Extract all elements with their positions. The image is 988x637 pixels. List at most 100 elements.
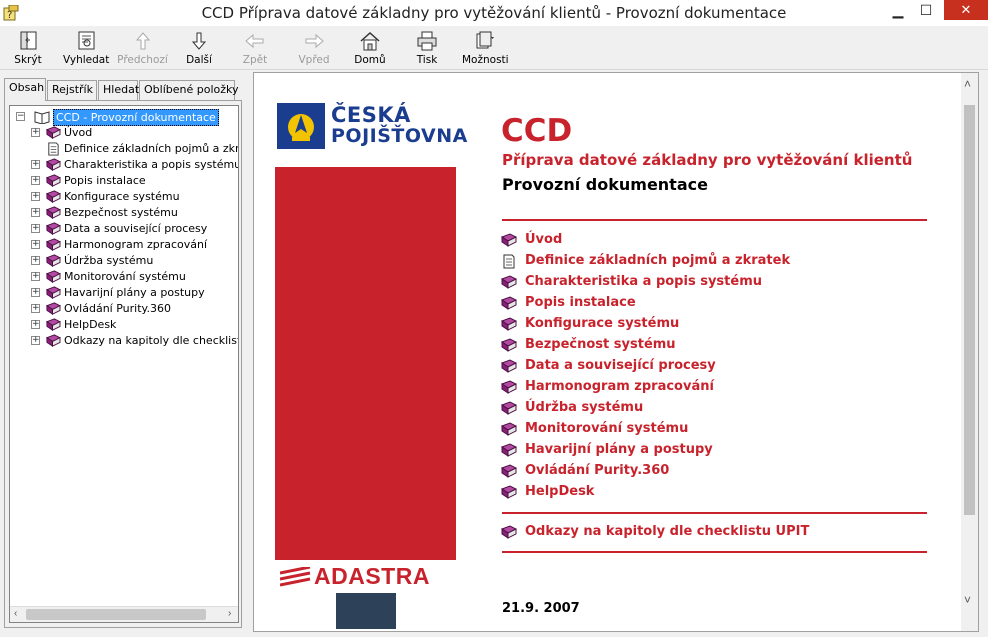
print-button[interactable]: Tisk [412, 31, 442, 69]
open-book-icon [34, 111, 50, 124]
hide-pane-icon [20, 31, 37, 50]
decorative-blue-box [336, 593, 396, 629]
find-button[interactable]: Vyhledat [63, 31, 109, 69]
tree-item[interactable]: Definice základních pojmů a zkratek [10, 141, 239, 157]
home-label: Domů [354, 54, 386, 66]
maximize-icon: ☐ [919, 1, 933, 18]
expand-icon[interactable]: + [31, 320, 40, 329]
expand-icon[interactable]: + [31, 208, 40, 217]
contents-tree: − CCD - Provozní dokumentace + Úvod Defini… [9, 105, 239, 623]
page-heading: CCD [501, 113, 573, 149]
find-icon [78, 31, 95, 50]
options-icon [476, 31, 494, 49]
navigation-pane: Obsah Rejstřík Hledat Oblíbené položky −… [0, 72, 246, 632]
expand-icon[interactable]: + [31, 288, 40, 297]
tree-item-label: Ovládání Purity.360 [64, 302, 171, 315]
tree-item[interactable]: + Monitorování systému [10, 269, 238, 285]
tree-item[interactable]: + Úvod [10, 125, 238, 141]
next-button[interactable]: Další [183, 31, 215, 69]
tree-item[interactable]: + Data a související procesy [10, 221, 238, 237]
maximize-button[interactable]: ☐ [908, 0, 944, 20]
tree-item[interactable]: + Popis instalace [10, 173, 238, 189]
window-title: CCD Příprava datové základny pro vytěžov… [201, 4, 787, 22]
divider-top [502, 219, 927, 221]
next-label: Další [186, 54, 212, 66]
document-title: Provozní dokumentace [502, 175, 708, 194]
tree-item-label: Data a související procesy [64, 222, 208, 235]
tree-item[interactable]: + HelpDesk [10, 317, 238, 333]
topic-link-label: Úvod [525, 232, 563, 247]
scroll-left-icon[interactable]: ‹ [14, 608, 17, 619]
expand-icon[interactable]: + [31, 176, 40, 185]
options-button[interactable]: Možnosti [462, 31, 509, 69]
vertical-scroll-thumb[interactable] [964, 105, 975, 515]
tree-panel: − CCD - Provozní dokumentace + Úvod Defini… [4, 100, 242, 628]
tree-item[interactable]: + Havarijní plány a postupy [10, 285, 238, 301]
tree-item[interactable]: + Harmonogram zpracování [10, 237, 238, 253]
tree-item-label: Konfigurace systému [64, 190, 180, 203]
divider-bottom [502, 551, 927, 553]
tree-item-label: Havarijní plány a postupy [64, 286, 205, 299]
book-icon [45, 334, 61, 348]
forward-label: Vpřed [298, 54, 330, 66]
tab-contents[interactable]: Obsah [4, 78, 46, 101]
scroll-up-icon[interactable]: ˄ [964, 77, 971, 91]
book-icon [500, 422, 517, 436]
expand-icon[interactable]: + [31, 272, 40, 281]
topic-link-label: Definice základních pojmů a zkratek [525, 253, 791, 268]
expand-icon[interactable]: + [31, 160, 40, 169]
book-icon [500, 485, 517, 499]
options-label: Možnosti [462, 54, 509, 66]
horizontal-scroll-thumb[interactable] [26, 609, 206, 620]
tree-item[interactable]: + Údržba systému [10, 253, 238, 269]
adastra-logo: ADASTRA [280, 563, 452, 591]
horizontal-scrollbar[interactable]: ‹ › [10, 606, 238, 622]
document-date: 21.9. 2007 [502, 601, 580, 616]
expand-icon[interactable]: + [31, 128, 40, 137]
checklist-link-label: Odkazy na kapitoly dle checklistu UPIT [525, 524, 810, 539]
tree-item[interactable]: + Odkazy na kapitoly dle checklistu UPIT [10, 333, 238, 349]
minimize-icon: ▁ [892, 1, 904, 18]
content-frame: ČESKÁ POJIŠŤOVNA ADASTRA CCD Příprava da… [253, 72, 979, 632]
tab-index[interactable]: Rejstřík [47, 80, 97, 100]
scroll-down-icon[interactable]: ˅ [964, 593, 971, 607]
book-icon [45, 206, 61, 220]
tree-root[interactable]: − CCD - Provozní dokumentace [10, 109, 238, 126]
prev-button[interactable]: Předchozí [115, 31, 170, 69]
scroll-right-icon[interactable]: › [228, 608, 231, 619]
tree-item-label: Definice základních pojmů a zkratek [64, 142, 239, 155]
tab-favorites[interactable]: Oblíbené položky [139, 80, 239, 100]
book-icon [500, 464, 517, 478]
hide-button[interactable]: Skrýt [10, 31, 46, 69]
back-label: Zpět [242, 54, 268, 66]
tree-item-label: Charakteristika a popis systému [64, 158, 239, 171]
tree-item[interactable]: + Bezpečnost systému [10, 205, 238, 221]
title-bar: ? CCD Příprava datové základny pro vytěž… [0, 0, 988, 26]
decorative-red-bar [275, 167, 456, 560]
expand-icon[interactable]: + [31, 240, 40, 249]
book-icon [500, 443, 517, 457]
expand-icon[interactable]: + [31, 304, 40, 313]
back-button[interactable]: Zpět [240, 31, 270, 69]
tree-item[interactable]: + Ovládání Purity.360 [10, 301, 238, 317]
forward-button[interactable]: Vpřed [296, 31, 332, 69]
close-button[interactable]: ✕ [944, 0, 988, 20]
topic-link-label: Data a související procesy [525, 358, 716, 373]
expand-icon[interactable]: + [31, 224, 40, 233]
home-button[interactable]: Domů [353, 31, 387, 69]
expand-icon[interactable]: + [31, 192, 40, 201]
vertical-scrollbar[interactable]: ˄ ˅ [961, 73, 978, 631]
tree-item[interactable]: + Charakteristika a popis systému [10, 157, 239, 173]
book-icon [45, 270, 61, 284]
book-icon [45, 174, 61, 188]
book-icon [45, 254, 61, 268]
expand-icon[interactable]: + [31, 336, 40, 345]
close-icon: ✕ [960, 2, 972, 17]
expand-icon[interactable]: + [31, 256, 40, 265]
tree-item[interactable]: + Konfigurace systému [10, 189, 238, 205]
prev-label: Předchozí [117, 54, 168, 66]
divider-middle [502, 512, 927, 514]
collapse-icon[interactable]: − [16, 112, 25, 121]
tab-search[interactable]: Hledat [98, 80, 139, 100]
tree-item-label: Úvod [64, 126, 93, 139]
